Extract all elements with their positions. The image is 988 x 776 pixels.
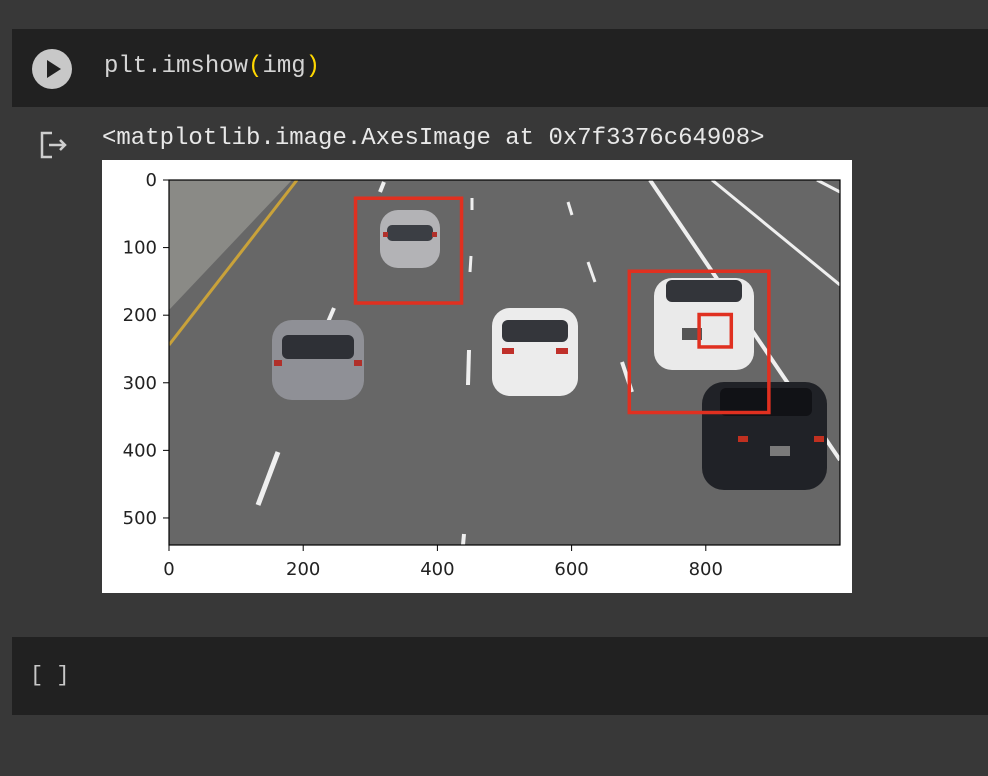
output-icon — [40, 131, 67, 159]
x-axis-ticks: 0 200 400 600 800 — [163, 545, 723, 580]
execution-count-brackets: [ ] — [30, 663, 70, 688]
x-tick-label: 600 — [554, 559, 588, 580]
car-silver-top — [380, 210, 440, 268]
code-open-paren: ( — [248, 53, 263, 80]
x-tick-label: 400 — [420, 559, 454, 580]
lane-dash — [468, 255, 473, 273]
car-gray-left — [272, 320, 364, 400]
figure-canvas: 0 200 400 600 800 0 100 200 300 400 500 — [123, 170, 841, 580]
run-cell-button[interactable] — [32, 49, 72, 89]
code-line[interactable]: plt.imshow(img) — [104, 53, 320, 80]
matplotlib-figure: 0 200 400 600 800 0 100 200 300 400 500 — [102, 160, 852, 593]
x-tick-label: 200 — [286, 559, 320, 580]
x-tick-label: 0 — [163, 559, 174, 580]
x-tick-label: 800 — [689, 559, 723, 580]
y-tick-label: 100 — [123, 238, 157, 259]
y-tick-label: 400 — [123, 440, 157, 461]
code-close-paren: ) — [305, 53, 321, 80]
road-photo — [169, 180, 840, 545]
y-axis-ticks: 0 100 200 300 400 500 — [123, 170, 169, 529]
y-tick-label: 200 — [123, 305, 157, 326]
code-argument: img — [262, 53, 306, 80]
car-dark-right — [702, 382, 827, 490]
y-tick-label: 300 — [123, 373, 157, 394]
car-white-center — [492, 308, 578, 396]
empty-code-cell[interactable]: [ ] — [12, 637, 988, 715]
lane-dash — [461, 533, 466, 545]
code-cell[interactable]: plt.imshow(img) — [12, 29, 988, 107]
play-icon — [47, 60, 61, 78]
y-tick-label: 0 — [146, 170, 157, 191]
car-white-right — [654, 278, 754, 370]
y-tick-label: 500 — [123, 508, 157, 529]
lane-dash — [466, 349, 471, 386]
output-text: <matplotlib.image.AxesImage at 0x7f3376c… — [102, 125, 765, 152]
code-function: plt.imshow — [104, 53, 249, 80]
